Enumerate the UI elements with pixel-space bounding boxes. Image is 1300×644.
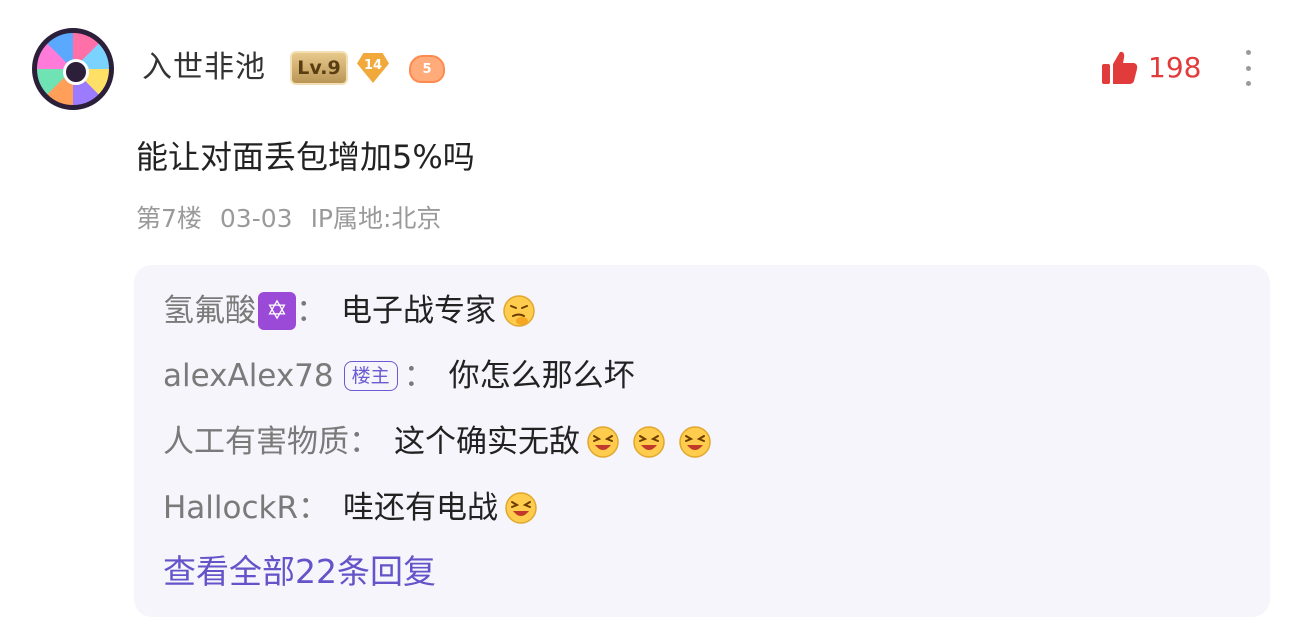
diamond-badge-icon[interactable]: 14 [357, 53, 389, 83]
gamepad-badge-icon[interactable]: 5 [409, 55, 445, 83]
reply-username[interactable]: 氢氟酸 [163, 289, 256, 333]
view-all-replies-link[interactable]: 查看全部22条回复 [163, 550, 436, 594]
reply-username[interactable]: HallockR [163, 486, 298, 530]
comment-date: 03-03 [219, 204, 293, 233]
more-options-icon[interactable] [1240, 50, 1256, 86]
hexagram-icon: ✡ [258, 292, 296, 330]
reply-item[interactable]: 人工有害物质 ： 这个确实无敌 [163, 420, 712, 464]
ip-location: IP属地:北京 [310, 204, 442, 233]
reply-text: 你怎么那么坏 [448, 358, 635, 394]
floor-number: 第7楼 [136, 204, 202, 233]
like-count: 198 [1148, 51, 1202, 84]
reply-colon: ： [298, 490, 330, 526]
reply-username[interactable]: 人工有害物质 [163, 420, 349, 464]
comment-text: 能让对面丢包增加5%吗 [136, 138, 475, 176]
comment-meta: 第7楼 03-03 IP属地:北京 [136, 203, 441, 235]
reply-item[interactable]: 氢氟酸 ✡ ： 电子战专家 [163, 289, 536, 333]
thumbs-up-icon [1102, 51, 1138, 84]
reply-list: 氢氟酸 ✡ ： 电子战专家 alexAlex78 楼主 ： 你怎么那么坏 人工有… [134, 265, 1270, 617]
reply-item[interactable]: HallockR ： 哇还有电战 [163, 486, 538, 530]
reply-username[interactable]: alexAlex78 [163, 354, 334, 398]
reply-colon: ： [296, 293, 327, 329]
like-button[interactable]: 198 [1100, 48, 1201, 88]
reply-colon: ： [403, 358, 435, 394]
grinning-squint-icon [632, 425, 666, 459]
comment-username[interactable]: 入世非池 [142, 48, 266, 88]
level-badge[interactable]: Lv.9 [290, 51, 348, 85]
comment-card: 入世非池 Lv.9 14 5 198 能让对面丢包增加5%吗 第7楼 03-03… [0, 0, 1300, 644]
thinking-face-icon [502, 294, 536, 328]
host-tag: 楼主 [343, 361, 398, 391]
reply-text: 电子战专家 [341, 293, 496, 329]
reply-item[interactable]: alexAlex78 楼主 ： 你怎么那么坏 [163, 354, 635, 398]
reply-colon: ： [349, 424, 380, 460]
grinning-squint-icon [504, 491, 538, 525]
user-avatar[interactable] [32, 28, 114, 110]
reply-text: 哇还有电战 [343, 490, 499, 526]
reply-text: 这个确实无敌 [394, 424, 580, 460]
grinning-squint-icon [678, 425, 712, 459]
grinning-squint-icon [586, 425, 620, 459]
